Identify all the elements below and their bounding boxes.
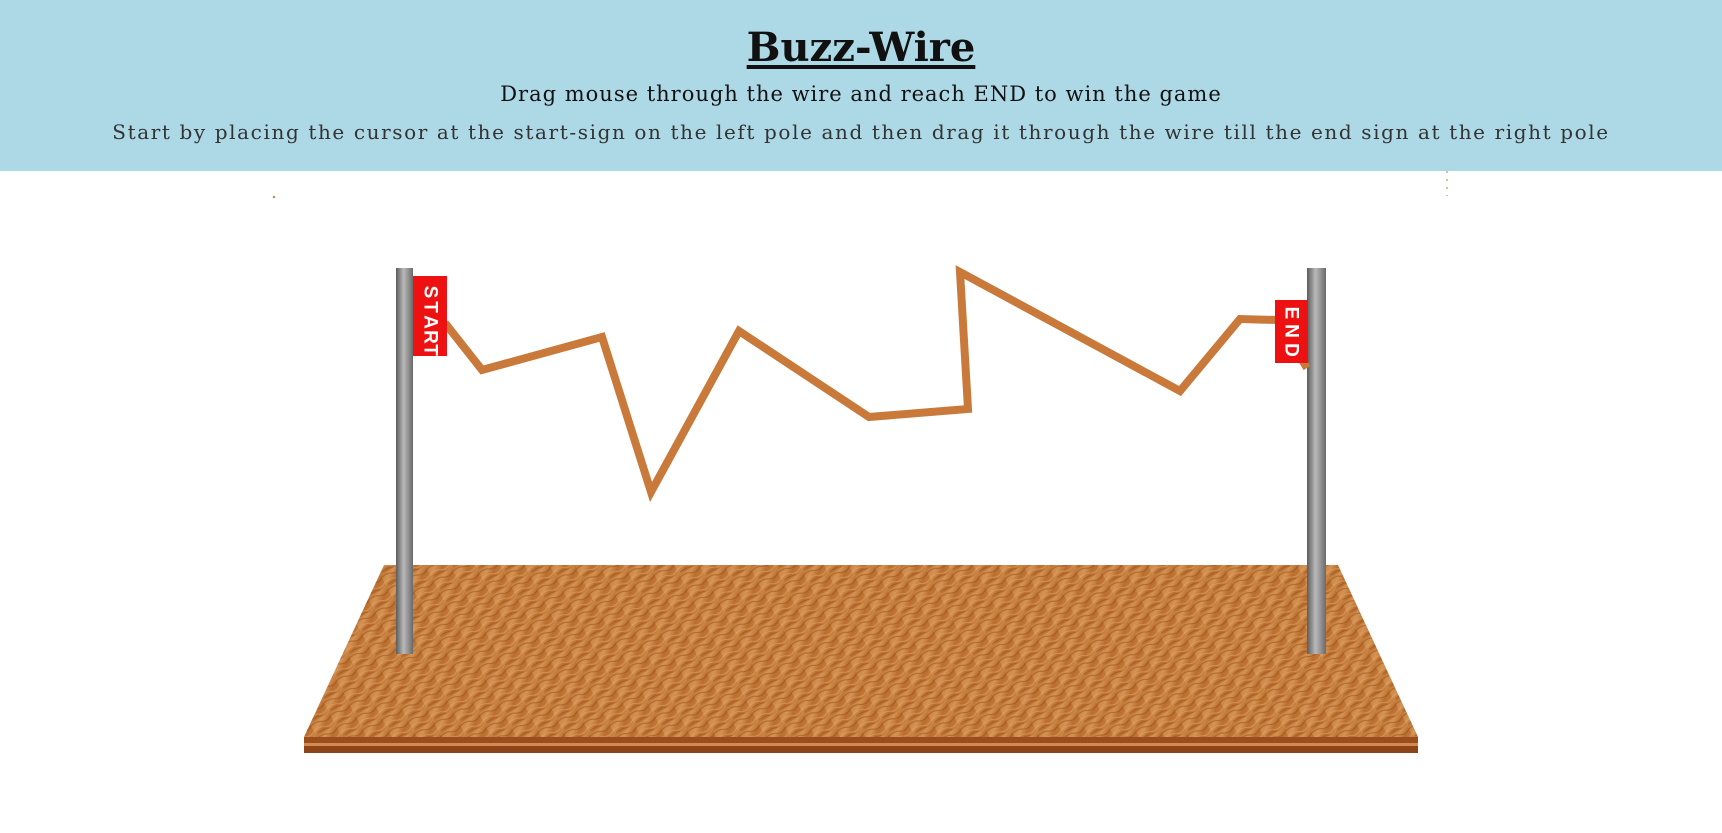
end-letter: E [1281,307,1302,320]
start-letter: S [420,286,441,299]
start-letter: T [420,301,441,313]
start-letter: T [420,344,441,356]
right-pole [1307,268,1326,654]
left-pole [396,268,413,654]
start-letter: A [420,315,441,329]
wooden-base [304,565,1418,753]
start-letter: R [420,330,441,344]
end-letter: N [1281,324,1302,338]
end-sign[interactable]: E N D [1275,300,1308,363]
game-area[interactable]: S T A R T E N D [0,0,1722,833]
start-sign[interactable]: S T A R T [413,276,447,356]
speck-left [272,195,276,199]
buzz-wire[interactable] [441,265,1311,503]
end-letter: D [1281,343,1302,357]
